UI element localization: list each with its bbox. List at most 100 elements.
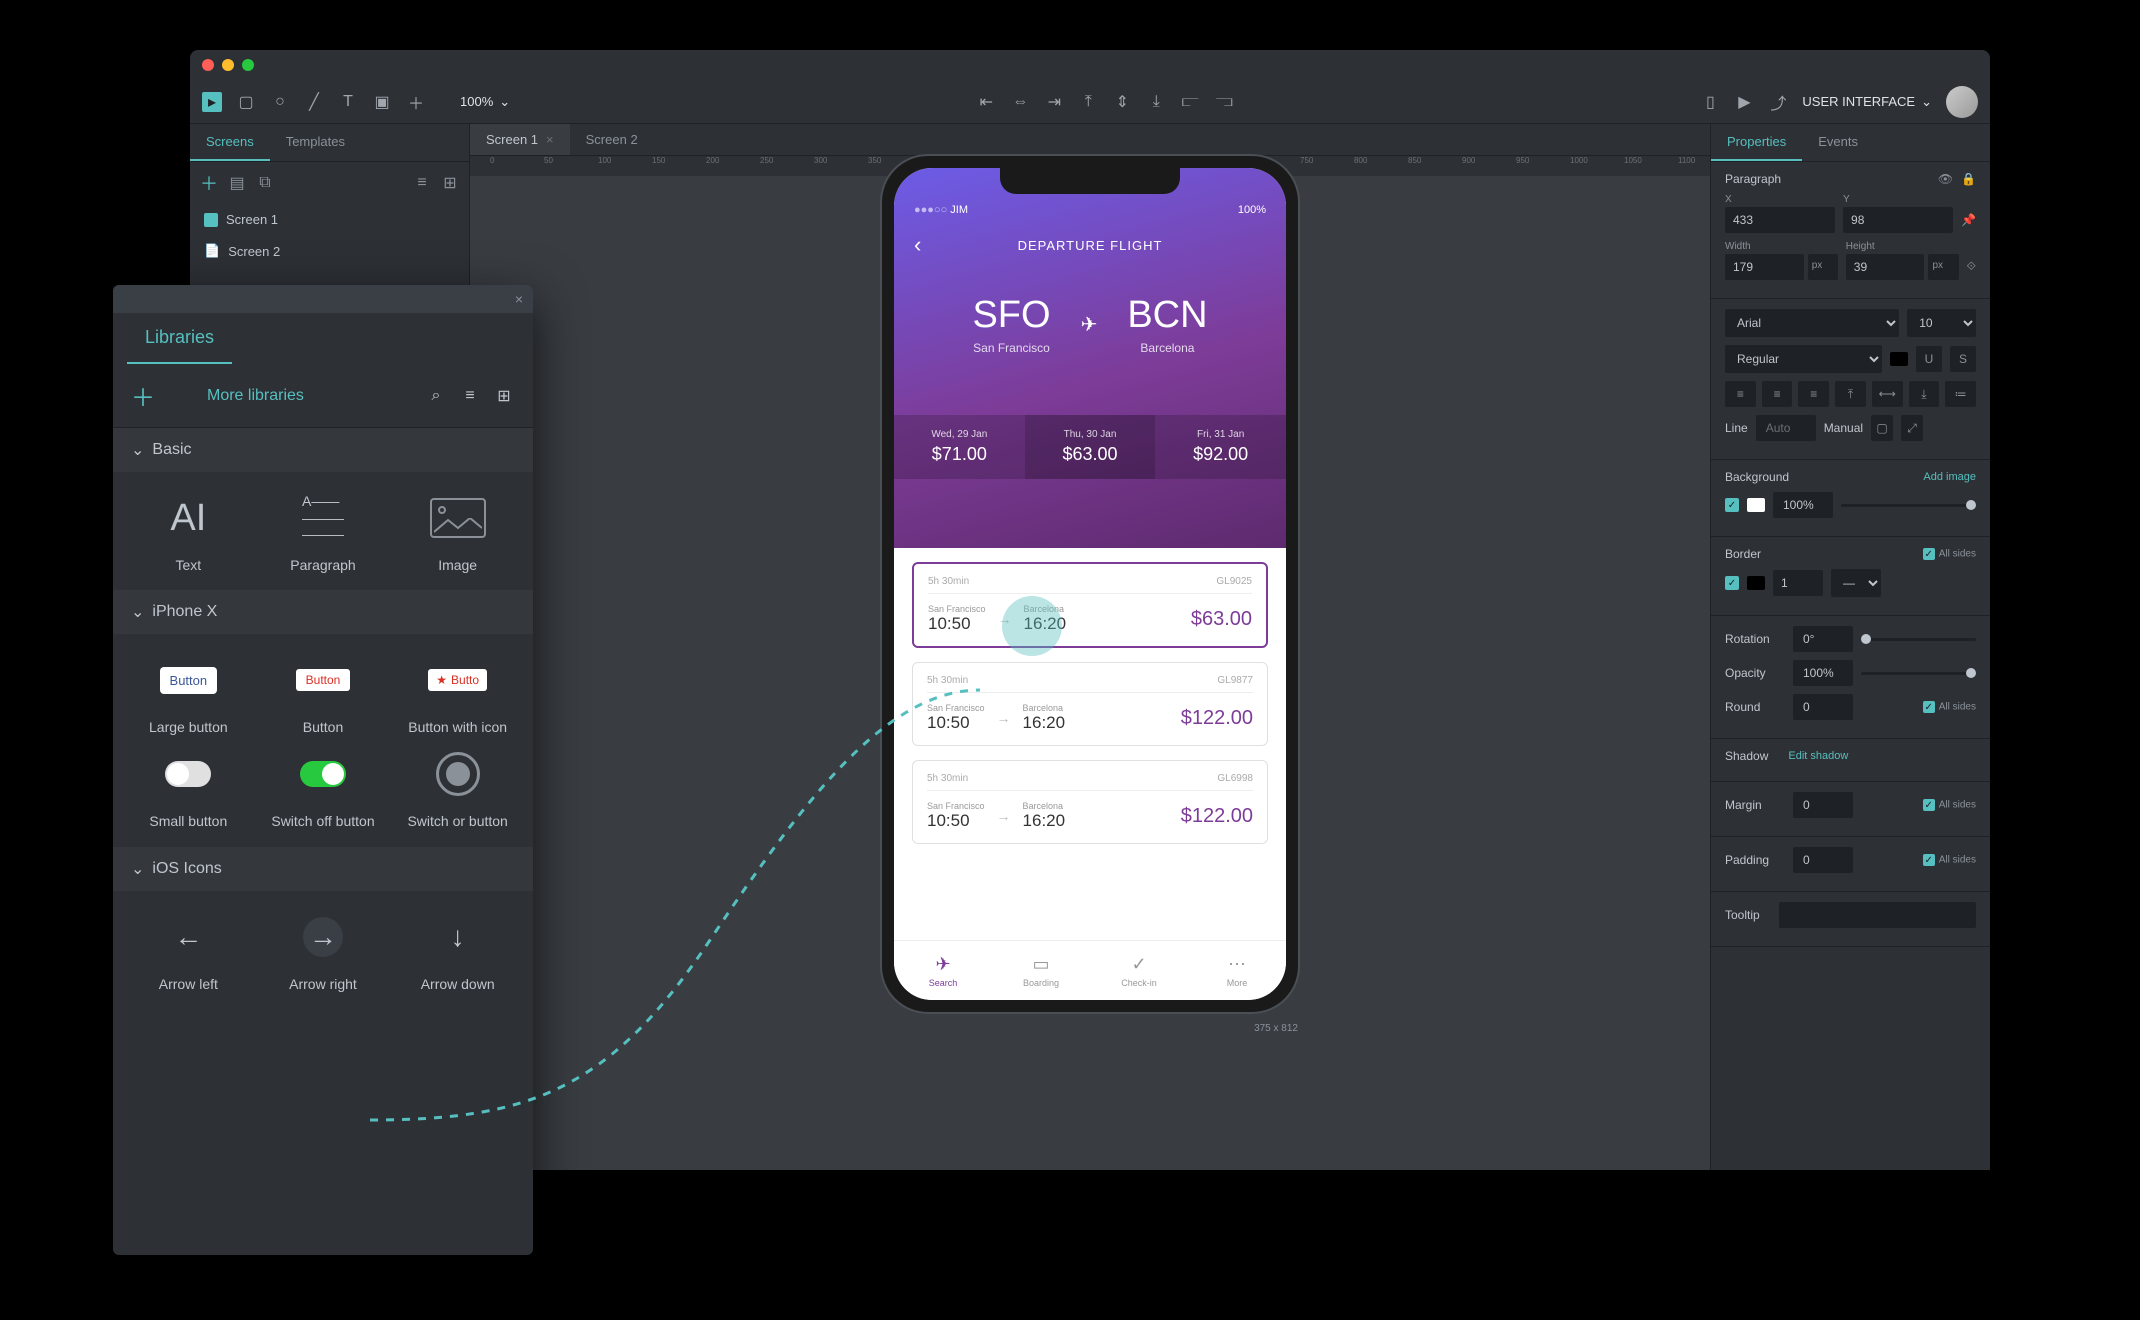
margin-allsides-checkbox[interactable]: ✓ — [1923, 799, 1935, 811]
bg-opacity-value[interactable]: 100% — [1773, 492, 1833, 518]
distribute-h-icon[interactable]: ⫍ — [1180, 92, 1200, 112]
project-dropdown[interactable]: USER INTERFACE ⌄ — [1802, 94, 1932, 110]
align-left-icon[interactable]: ⇤ — [976, 92, 996, 112]
iphonex-section-header[interactable]: ⌄iPhone X — [113, 590, 533, 634]
align-bottom-icon[interactable]: ⤓ — [1146, 92, 1166, 112]
date-option-active[interactable]: Thu, 30 Jan $63.00 — [1025, 415, 1156, 479]
text-align-top-icon[interactable]: ⤒ — [1835, 381, 1866, 407]
maximize-traffic-light[interactable] — [242, 59, 254, 71]
date-option[interactable]: Wed, 29 Jan $71.00 — [894, 415, 1025, 479]
lib-item-text[interactable]: AIText — [125, 488, 252, 574]
lib-item-paragraph[interactable]: A————————Paragraph — [260, 488, 387, 574]
play-icon[interactable]: ▶ — [1734, 92, 1754, 112]
line-height-auto[interactable]: Auto — [1756, 415, 1816, 441]
nav-search[interactable]: ✈Search — [894, 941, 992, 1000]
add-tool-icon[interactable]: ＋ — [406, 92, 426, 112]
bg-opacity-slider[interactable] — [1841, 504, 1976, 507]
device-icon[interactable]: ▯ — [1700, 92, 1720, 112]
text-align-center-icon[interactable]: ≡ — [1762, 381, 1793, 407]
close-traffic-light[interactable] — [202, 59, 214, 71]
add-screen-icon[interactable]: ＋ — [200, 170, 218, 196]
tooltip-input[interactable] — [1779, 902, 1976, 928]
select-tool-icon[interactable]: ▸ — [202, 92, 222, 112]
opacity-value[interactable]: 100% — [1793, 660, 1853, 686]
expand-icon[interactable]: ⤢ — [1901, 415, 1923, 441]
zoom-control[interactable]: 100% ⌄ — [460, 94, 510, 110]
align-right-icon[interactable]: ⇥ — [1044, 92, 1064, 112]
close-panel-icon[interactable]: × — [515, 291, 523, 307]
round-value[interactable]: 0 — [1793, 694, 1853, 720]
rotation-value[interactable]: 0° — [1793, 626, 1853, 652]
lib-item-button-icon[interactable]: ★ButtoButton with icon — [394, 650, 521, 736]
text-tool-icon[interactable]: T — [338, 92, 358, 112]
visibility-icon[interactable]: 👁 — [1938, 172, 1953, 186]
search-icon[interactable]: ⌕ — [425, 385, 447, 407]
link-dims-icon[interactable]: ⟐ — [1967, 259, 1976, 280]
list-view-icon[interactable]: ≡ — [459, 385, 481, 407]
lib-item-switch-off[interactable]: Switch off button — [260, 744, 387, 830]
width-input[interactable] — [1725, 254, 1804, 280]
text-align-bottom-icon[interactable]: ⤓ — [1909, 381, 1940, 407]
date-option[interactable]: Fri, 31 Jan $92.00 — [1155, 415, 1286, 479]
font-family-select[interactable]: Arial — [1725, 309, 1899, 337]
flight-card[interactable]: 5h 30minGL9877 San Francisco10:50 → Barc… — [912, 662, 1268, 746]
ios-icons-section-header[interactable]: ⌄iOS Icons — [113, 847, 533, 891]
copy-page-icon[interactable]: ⧉ — [256, 174, 274, 192]
height-input[interactable] — [1846, 254, 1925, 280]
canvas-tab[interactable]: Screen 1 × — [470, 124, 570, 155]
lib-item-large-button[interactable]: ButtonLarge button — [125, 650, 252, 736]
list-view-icon[interactable]: ≡ — [413, 174, 431, 192]
padding-allsides-checkbox[interactable]: ✓ — [1923, 854, 1935, 866]
round-allsides-checkbox[interactable]: ✓ — [1923, 701, 1935, 713]
nav-checkin[interactable]: ✓Check-in — [1090, 941, 1188, 1000]
align-top-icon[interactable]: ⤒ — [1078, 92, 1098, 112]
add-image-link[interactable]: Add image — [1923, 471, 1976, 483]
text-align-middle-icon[interactable]: ⟷ — [1872, 381, 1903, 407]
templates-tab[interactable]: Templates — [270, 124, 361, 161]
grid-view-icon[interactable]: ⊞ — [493, 385, 515, 407]
lib-item-arrow-down[interactable]: ↓Arrow down — [394, 907, 521, 993]
flight-card[interactable]: 5h 30minGL6998 San Francisco10:50 → Barc… — [912, 760, 1268, 844]
line-tool-icon[interactable]: ╱ — [304, 92, 324, 112]
opacity-slider[interactable] — [1861, 672, 1976, 675]
more-libraries-link[interactable]: More libraries — [207, 387, 304, 405]
back-icon[interactable]: ‹ — [914, 232, 921, 258]
events-tab[interactable]: Events — [1802, 124, 1874, 161]
screen-list-item[interactable]: Screen 1 — [190, 204, 469, 235]
circle-tool-icon[interactable]: ○ — [270, 92, 290, 112]
font-size-select[interactable]: 10 — [1907, 309, 1976, 337]
lib-item-button[interactable]: ButtonButton — [260, 650, 387, 736]
text-align-right-icon[interactable]: ≡ — [1798, 381, 1829, 407]
nav-more[interactable]: ⋯More — [1188, 941, 1286, 1000]
image-tool-icon[interactable]: ▣ — [372, 92, 392, 112]
x-input[interactable] — [1725, 207, 1835, 233]
border-style-select[interactable]: — — [1831, 569, 1881, 597]
new-page-icon[interactable]: ▤ — [228, 174, 246, 192]
lock-icon[interactable]: 🔒 — [1961, 172, 1976, 186]
list-icon[interactable]: ≔ — [1945, 381, 1976, 407]
text-align-left-icon[interactable]: ≡ — [1725, 381, 1756, 407]
edit-shadow-link[interactable]: Edit shadow — [1788, 750, 1848, 762]
border-width-input[interactable] — [1773, 570, 1823, 596]
border-enabled-checkbox[interactable]: ✓ — [1725, 576, 1739, 590]
basic-section-header[interactable]: ⌄Basic — [113, 428, 533, 472]
pin-icon[interactable]: 📌 — [1961, 213, 1976, 233]
font-weight-select[interactable]: Regular — [1725, 345, 1882, 373]
underline-icon[interactable]: U — [1916, 346, 1942, 372]
close-tab-icon[interactable]: × — [546, 132, 554, 147]
text-color-swatch[interactable] — [1890, 352, 1908, 366]
lib-item-image[interactable]: Image — [394, 488, 521, 574]
canvas[interactable]: Screen 1 × Screen 2 050100150 2002503003… — [470, 124, 1710, 1170]
lib-item-arrow-right[interactable]: →Arrow right — [260, 907, 387, 993]
lib-item-arrow-left[interactable]: ←Arrow left — [125, 907, 252, 993]
bg-enabled-checkbox[interactable]: ✓ — [1725, 498, 1739, 512]
lib-item-switch-or[interactable]: Switch or button — [394, 744, 521, 830]
canvas-tab[interactable]: Screen 2 — [570, 124, 654, 155]
grid-view-icon[interactable]: ⊞ — [441, 174, 459, 192]
nav-boarding[interactable]: ▭Boarding — [992, 941, 1090, 1000]
rectangle-tool-icon[interactable]: ▢ — [236, 92, 256, 112]
lib-item-small-button[interactable]: Small button — [125, 744, 252, 830]
screens-tab[interactable]: Screens — [190, 124, 270, 161]
rotation-slider[interactable]: .slider[data-name=rotation-slider]::afte… — [1861, 638, 1976, 641]
user-avatar[interactable] — [1946, 86, 1978, 118]
